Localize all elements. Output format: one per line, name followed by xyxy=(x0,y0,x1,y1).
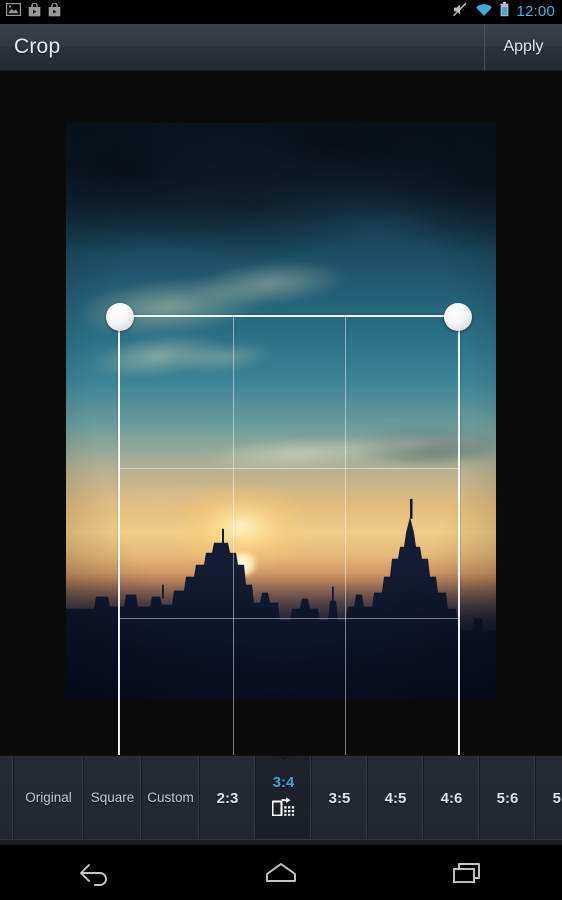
home-button[interactable] xyxy=(187,845,374,900)
silent-mode-icon xyxy=(452,2,468,22)
wifi-icon xyxy=(475,3,493,22)
aspect-ratio-label: 3:5 xyxy=(328,789,351,807)
crop-gridline-vertical-2 xyxy=(345,317,347,755)
aspect-ratio-item-4-6[interactable]: 4:6 xyxy=(424,756,480,845)
crop-rectangle[interactable] xyxy=(106,303,472,755)
aspect-ratio-label: Square xyxy=(90,790,135,806)
aspect-ratio-bar[interactable]: Original Square Custom 2:3 3:4 3:5 4:5 4… xyxy=(0,755,562,845)
aspect-ratio-item-5-7[interactable]: 5:7 xyxy=(536,756,562,845)
crop-canvas[interactable] xyxy=(0,71,562,755)
photo-notification-icon xyxy=(5,2,22,21)
back-button[interactable] xyxy=(0,845,187,900)
crop-handle-top-left[interactable] xyxy=(106,303,134,331)
aspect-bar-leading-spacer xyxy=(0,756,14,845)
crop-gridline-horizontal-1 xyxy=(120,467,458,469)
aspect-ratio-label: 3:4 xyxy=(272,774,295,791)
navigation-bar xyxy=(0,845,562,900)
recents-button[interactable] xyxy=(375,845,562,900)
status-system-icons: 12:00 xyxy=(452,2,555,22)
status-bar: 12:00 xyxy=(0,0,562,24)
rotate-orientation-icon[interactable] xyxy=(271,797,296,821)
play-store-notification-icon-1 xyxy=(28,1,41,22)
aspect-ratio-item-original[interactable]: Original xyxy=(14,756,84,845)
aspect-ratio-item-3-5[interactable]: 3:5 xyxy=(312,756,368,845)
play-store-notification-icon-2 xyxy=(48,1,61,22)
aspect-ratio-item-3-4[interactable]: 3:4 xyxy=(256,756,312,845)
aspect-ratio-item-square[interactable]: Square xyxy=(84,756,142,845)
crop-handle-top-right[interactable] xyxy=(444,303,472,331)
battery-icon xyxy=(500,2,509,22)
apply-button[interactable]: Apply xyxy=(484,24,562,70)
page-title: Crop xyxy=(14,35,61,58)
aspect-ratio-item-4-5[interactable]: 4:5 xyxy=(368,756,424,845)
aspect-ratio-item-2-3[interactable]: 2:3 xyxy=(200,756,256,845)
aspect-ratio-label: Original xyxy=(25,790,72,806)
aspect-ratio-item-custom[interactable]: Custom xyxy=(142,756,200,845)
status-notification-icons xyxy=(5,1,61,22)
crop-gridline-horizontal-2 xyxy=(120,618,458,620)
aspect-ratio-label: 4:6 xyxy=(440,789,463,807)
aspect-ratio-item-5-6[interactable]: 5:6 xyxy=(480,756,536,845)
aspect-ratio-label: 2:3 xyxy=(216,789,239,807)
action-bar: Crop Apply xyxy=(0,24,562,71)
aspect-ratio-label: 4:5 xyxy=(384,789,407,807)
aspect-ratio-label: 5:6 xyxy=(496,789,519,807)
crop-screen: 12:00 Crop Apply Original Square Custom … xyxy=(0,0,562,900)
status-clock: 12:00 xyxy=(516,3,555,20)
aspect-ratio-label: Custom xyxy=(147,790,194,806)
crop-gridline-vertical-1 xyxy=(232,317,234,755)
aspect-ratio-label: 5:7 xyxy=(552,789,562,807)
